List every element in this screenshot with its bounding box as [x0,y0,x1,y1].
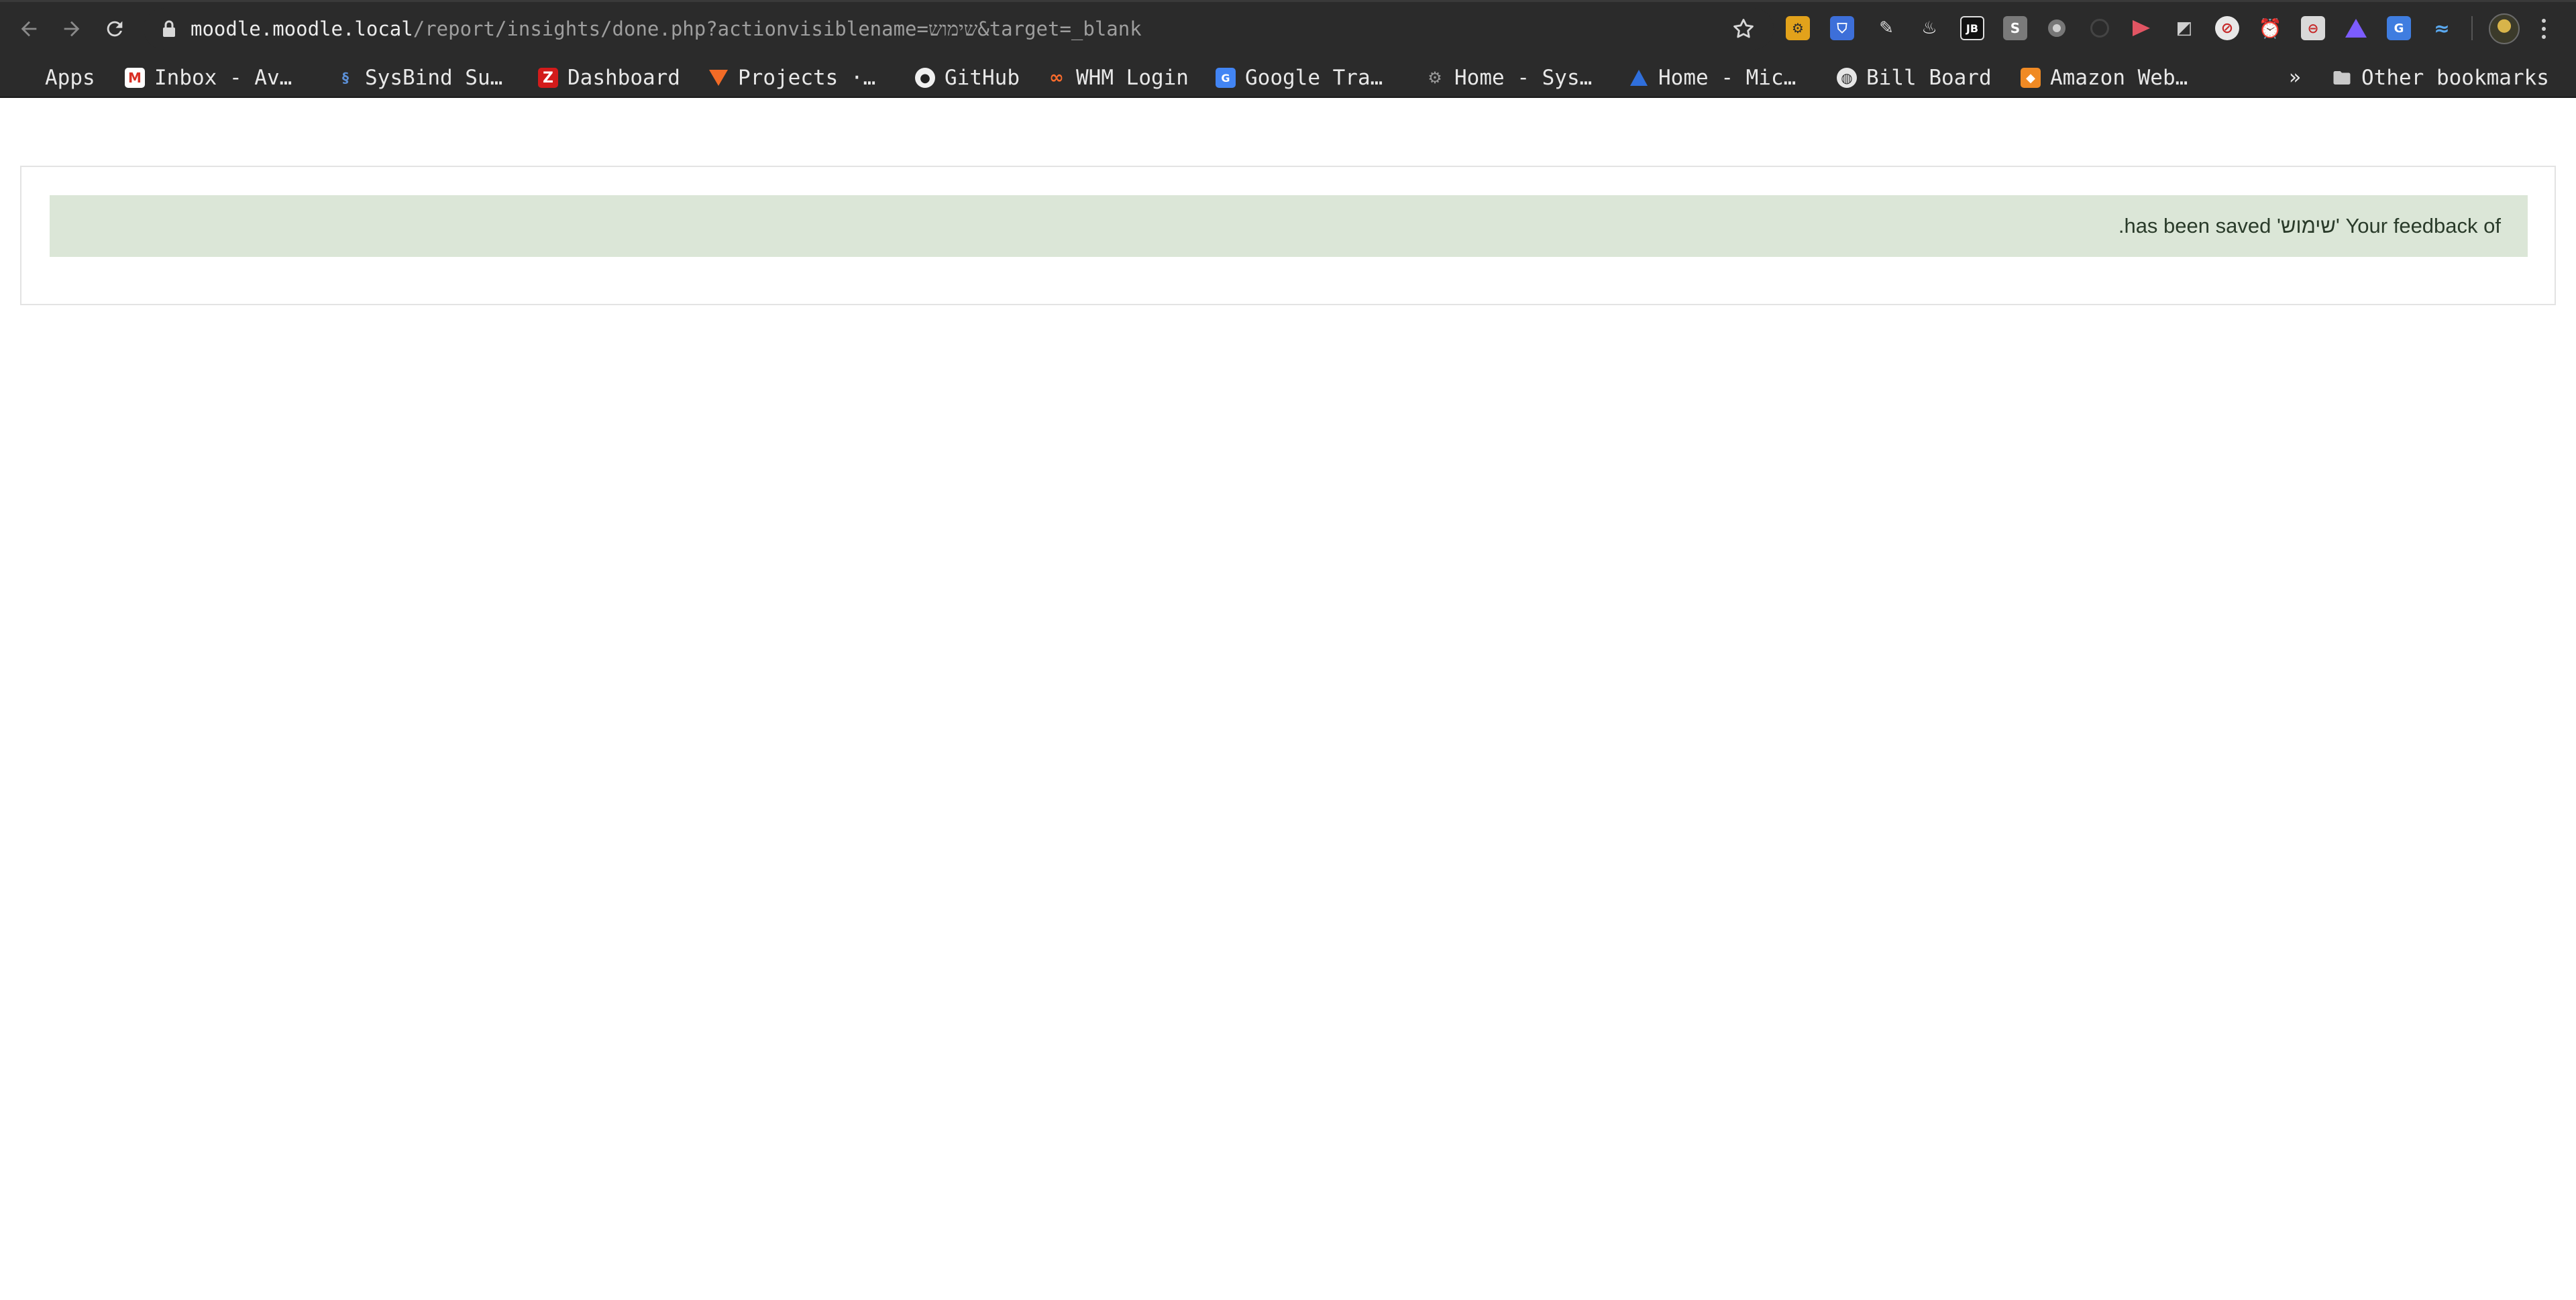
browser-chrome: moodle.moodle.local/report/insights/done… [0,0,2576,98]
arrow-left-icon [21,21,37,37]
bookmark-label: SysBind Su… [365,66,503,90]
gitlab-icon [708,68,729,88]
bookmark-label: Bill Board [1866,66,1992,90]
jetbrains-extension-icon[interactable]: JB [1960,16,1984,40]
feedback-saved-message: Your feedback of 'שימוש' has been saved. [2118,214,2501,237]
bookmark-label: Dashboard [568,66,680,90]
wave-extension-icon[interactable]: ≈ [2430,16,2454,40]
mountain-extension-icon[interactable] [2344,16,2368,40]
url-host: moodle.moodle.local [191,17,413,40]
url-text[interactable]: moodle.moodle.local/report/insights/done… [191,8,1142,50]
globe-icon: ◍ [1837,68,1857,88]
apps-grid-icon [17,69,36,87]
bookmark-label: Other bookmarks [2361,66,2549,90]
fire-extension-icon[interactable]: ♨ [1917,16,1941,40]
content-card: Your feedback of 'שימוש' has been saved. [20,166,2556,305]
bookmark-sysbind[interactable]: § SysBind Su… [335,63,502,93]
sysbind-icon: § [342,70,349,86]
bookmark-label: GitHub [945,66,1020,90]
circle-extension-icon[interactable] [2045,16,2069,40]
profile-avatar[interactable] [2489,13,2520,44]
lock-icon [163,20,175,37]
browser-toolbar: moodle.moodle.local/report/insights/done… [0,0,2576,58]
bookmarks-overflow-chevron[interactable]: » [2289,66,2301,89]
bookmark-home-mic[interactable]: Home - Mic… [1629,63,1796,93]
bookmark-bill-board[interactable]: ◍ Bill Board [1837,63,1992,93]
arrow-extension-icon[interactable] [2129,16,2153,40]
aws-cube-icon: ◆ [2021,68,2041,88]
reload-button[interactable] [98,12,131,46]
bookmark-label: WHM Login [1076,66,1189,90]
dark-circle-extension-icon[interactable] [2088,16,2112,40]
bookmark-label: Inbox - Av… [154,66,292,90]
bookmarks-bar: Apps M Inbox - Av… § SysBind Su… Z Dashb… [0,58,2576,97]
bookmark-inbox[interactable]: M Inbox - Av… [125,63,292,93]
bookmark-label: Home - Mic… [1658,66,1796,90]
gear-icon: ⚙ [1428,68,1442,87]
url-path: /report/insights/done.php?actionvisiblen… [413,17,1142,40]
bookmark-label: Home - Sys… [1454,66,1593,90]
bookmark-label: Projects ·… [738,66,876,90]
arrow-right-icon [64,21,80,37]
bookmark-apps[interactable]: Apps [17,63,95,93]
atlassian-icon [1629,68,1649,88]
toolbar-separator [2471,16,2473,40]
bookmark-star-icon[interactable] [1731,16,1756,42]
github-icon: ● [915,68,935,88]
folder-icon [2332,68,2352,88]
google-translate-icon: G [1216,68,1236,88]
bookmark-projects[interactable]: Projects ·… [708,63,875,93]
address-bar[interactable]: moodle.moodle.local/report/insights/done… [144,8,1774,50]
calendar-blocked-extension-icon[interactable]: ⊖ [2301,16,2325,40]
bookmark-label: Google Tra… [1245,66,1383,90]
bookmark-other[interactable]: Other bookmarks [2332,63,2549,93]
settings-gear-extension-icon[interactable]: ⚙ [1786,16,1810,40]
globe-blocked-extension-icon[interactable]: ⊘ [2215,16,2239,40]
clock-extension-icon[interactable]: ⏰ [2258,16,2282,40]
bookmark-dashboard[interactable]: Z Dashboard [538,63,680,93]
cpanel-icon: ∞ [1049,68,1064,88]
cube-extension-icon[interactable]: ◩ [2172,16,2196,40]
pencil-extension-icon[interactable]: ✎ [1874,16,1898,40]
bitwarden-extension-icon[interactable]: ⛉ [1830,16,1854,40]
bookmark-amazon-web[interactable]: ◆ Amazon Web… [2021,63,2188,93]
bookmark-github[interactable]: ● GitHub [915,63,1020,93]
success-alert: Your feedback of 'שימוש' has been saved. [50,195,2528,257]
back-button[interactable] [12,12,46,46]
translate-extension-icon[interactable]: G [2387,16,2411,40]
s-extension-icon[interactable]: S [2003,16,2027,40]
gmail-icon: M [125,68,145,88]
forward-button[interactable] [55,12,89,46]
reload-icon [107,21,123,37]
bookmark-whm[interactable]: ∞ WHM Login [1046,63,1189,93]
bookmark-home-sys[interactable]: ⚙ Home - Sys… [1425,63,1592,93]
bookmark-label: Apps [45,66,95,90]
bookmark-label: Amazon Web… [2050,66,2188,90]
kebab-menu-icon[interactable] [2537,15,2551,43]
zendesk-z-icon: Z [538,68,558,88]
bookmark-google-translate[interactable]: G Google Tra… [1216,63,1383,93]
